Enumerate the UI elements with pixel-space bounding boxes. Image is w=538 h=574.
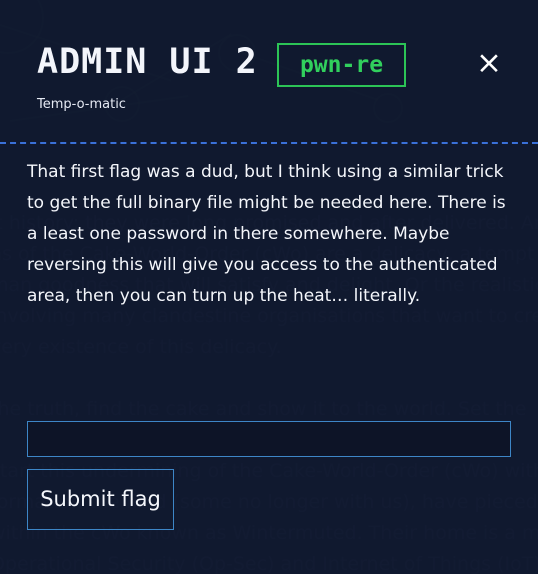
- submit-flag-button[interactable]: Submit flag: [27, 469, 174, 530]
- challenge-modal: ADMIN UI 2 Temp-o-matic pwn-re × That fi…: [0, 0, 538, 574]
- challenge-subtitle: Temp-o-matic: [37, 97, 126, 112]
- header-divider: [0, 142, 538, 144]
- close-button[interactable]: ×: [474, 44, 504, 81]
- challenge-page: it history: they were long promised and …: [0, 0, 538, 574]
- flag-input[interactable]: [27, 421, 511, 457]
- category-tag: pwn-re: [277, 43, 406, 87]
- challenge-description: That first flag was a dud, but I think u…: [27, 162, 506, 306]
- challenge-title: ADMIN UI 2: [37, 42, 258, 82]
- modal-header: ADMIN UI 2 Temp-o-matic pwn-re ×: [0, 0, 538, 143]
- close-icon: ×: [476, 44, 502, 81]
